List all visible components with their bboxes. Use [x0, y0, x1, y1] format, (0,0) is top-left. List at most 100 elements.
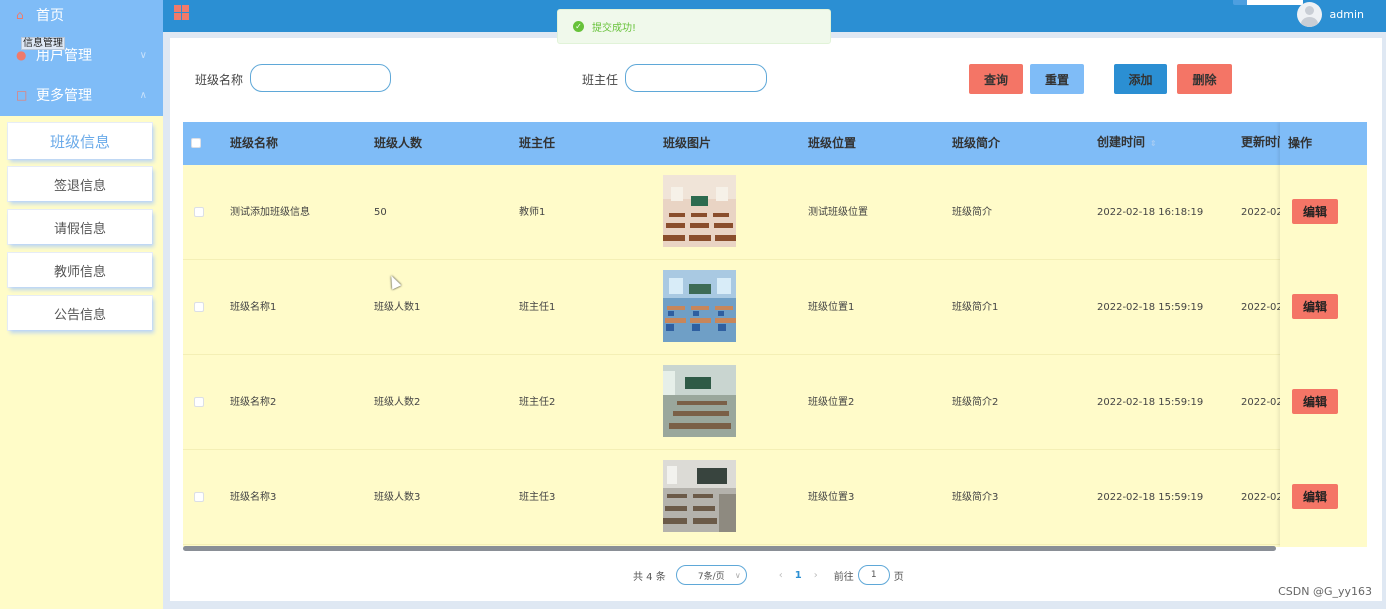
cell-class-name: 班级名称1: [230, 302, 277, 313]
cell-class-location: 班级位置2: [808, 397, 855, 408]
edit-button[interactable]: 编辑: [1292, 199, 1338, 224]
check-circle-icon: ✓: [573, 21, 584, 32]
col-class-location[interactable]: 班级位置: [808, 122, 856, 165]
goto-page-input[interactable]: 1: [857, 565, 890, 585]
submenu-leave-info[interactable]: 请假信息: [8, 210, 152, 244]
cell-class-intro: 班级简介3: [952, 492, 999, 503]
goto-prefix: 前往: [833, 571, 854, 583]
cell-teacher: 班主任2: [519, 397, 556, 408]
table-row[interactable]: 班级名称2 班级人数2 班主任2 班级位置2 班级简介2 2022-02-18 …: [183, 355, 1367, 450]
edit-button[interactable]: 编辑: [1292, 294, 1338, 319]
delete-button[interactable]: 删除: [1177, 64, 1232, 94]
cell-teacher: 班主任1: [519, 302, 556, 313]
table-row[interactable]: 测试添加班级信息 50 教师1 测试班级位置 班级简介 2022-02-18 1…: [183, 165, 1367, 260]
avatar[interactable]: [1296, 2, 1322, 27]
toast-message: 提交成功!: [592, 23, 637, 34]
add-button[interactable]: 添加: [1114, 64, 1167, 94]
operations-column: 操作 编辑 编辑 编辑 编辑: [1280, 122, 1367, 547]
success-toast: ✓ 提交成功!: [557, 9, 831, 44]
cell-class-count: 班级人数2: [374, 397, 421, 408]
submenu-notice-info[interactable]: 公告信息: [8, 296, 152, 330]
submenu-signout-info[interactable]: 签退信息: [8, 167, 152, 201]
col-created-time[interactable]: 创建时间 ⇕: [1097, 122, 1157, 165]
row-checkbox[interactable]: [194, 492, 204, 502]
classroom-photo[interactable]: [663, 175, 736, 247]
prev-page-button[interactable]: ‹: [779, 570, 783, 581]
cell-class-location: 测试班级位置: [808, 207, 868, 218]
table-row[interactable]: 班级名称3 班级人数3 班主任3 班级位置3 班级简介3 2022-02-18 …: [183, 450, 1367, 545]
cell-class-location: 班级位置1: [808, 302, 855, 313]
submenu-label: 请假信息: [53, 221, 106, 237]
sidebar-item-label: 更多管理: [36, 88, 92, 104]
teacher-label: 班主任: [582, 73, 619, 87]
query-button[interactable]: 查询: [969, 64, 1023, 94]
edit-button[interactable]: 编辑: [1292, 389, 1338, 414]
class-name-input[interactable]: [250, 64, 391, 92]
user-menu[interactable]: admin: [1296, 2, 1364, 27]
row-checkbox[interactable]: [194, 207, 204, 217]
row-checkbox[interactable]: [194, 397, 204, 407]
table-row[interactable]: 班级名称1 班级人数1 班主任1 班级位置1 班级简介1 2022-02-18 …: [183, 260, 1367, 355]
page-size-select[interactable]: 7条/页 ∨: [675, 565, 747, 585]
cell-teacher: 班主任3: [519, 492, 556, 503]
edit-button[interactable]: 编辑: [1292, 484, 1338, 509]
sort-icon[interactable]: ⇕: [1150, 139, 1157, 148]
cell-class-name: 班级名称2: [230, 397, 277, 408]
page-size-value: 7条/页: [697, 571, 725, 582]
cell-class-intro: 班级简介: [952, 207, 992, 218]
col-class-image[interactable]: 班级图片: [663, 122, 711, 165]
col-class-count[interactable]: 班级人数: [374, 122, 422, 165]
stack-icon: □: [16, 88, 28, 102]
next-page-button[interactable]: ›: [814, 570, 818, 581]
home-icon: ⌂: [16, 8, 24, 22]
goto-suffix: 页: [893, 571, 904, 583]
col-class-name[interactable]: 班级名称: [230, 122, 278, 165]
col-class-intro[interactable]: 班级简介: [952, 122, 1000, 165]
watermark: CSDN @G_yy163: [1278, 585, 1372, 598]
cell-class-location: 班级位置3: [808, 492, 855, 503]
grid-menu-icon[interactable]: [174, 5, 189, 20]
reset-button[interactable]: 重置: [1030, 64, 1084, 94]
submenu-teacher-info[interactable]: 教师信息: [8, 253, 152, 287]
classroom-photo[interactable]: [663, 365, 736, 437]
submenu-class-info[interactable]: 班级信息: [8, 123, 152, 159]
row-checkbox[interactable]: [194, 302, 204, 312]
submenu-label: 签退信息: [53, 178, 106, 194]
cell-class-count: 班级人数1: [374, 302, 421, 313]
classroom-photo[interactable]: [663, 460, 736, 532]
chevron-up-icon: ∧: [139, 89, 147, 101]
table-header: 班级名称 班级人数 班主任 班级图片 班级位置 班级简介 创建时间 ⇕ 更新时间: [183, 122, 1367, 165]
pagination: 共 4 条 7条/页 ∨ ‹ 1 › 前往 1 页: [633, 565, 904, 585]
cell-class-intro: 班级简介1: [952, 302, 999, 313]
submenu-label: 公告信息: [53, 307, 106, 323]
cell-class-count: 50: [374, 207, 387, 218]
main-panel: 班级名称 班主任 查询 重置 添加 删除 班级名称 班级人数 班主任 班级图片 …: [170, 38, 1382, 601]
goto-page-value: 1: [870, 570, 877, 580]
teacher-input[interactable]: [625, 64, 767, 92]
submenu-label: 班级信息: [49, 132, 110, 151]
drag-ghost-label: 信息管理: [21, 37, 65, 50]
sidebar-item-home[interactable]: ⌂ 首页: [0, 0, 163, 35]
class-table: 班级名称 班级人数 班主任 班级图片 班级位置 班级简介 创建时间 ⇕ 更新时间 …: [183, 122, 1367, 547]
chevron-down-icon: ∨: [139, 49, 147, 61]
horizontal-scrollbar[interactable]: [183, 546, 1276, 551]
class-name-label: 班级名称: [195, 73, 244, 87]
chevron-down-icon: ∨: [734, 570, 741, 580]
select-all-checkbox[interactable]: [191, 138, 201, 148]
col-operations: 操作: [1280, 122, 1367, 165]
submenu-label: 教师信息: [53, 264, 106, 280]
cell-created-time: 2022-02-18 15:59:19: [1097, 492, 1204, 503]
sidebar: ⌂ 首页 ● 用户管理 ∨ 信息管理 □ 更多管理 ∧ 班级信息 签退信息 请假…: [0, 0, 163, 609]
cell-class-name: 测试添加班级信息: [230, 207, 310, 218]
cell-class-count: 班级人数3: [374, 492, 421, 503]
cell-created-time: 2022-02-18 15:59:19: [1097, 397, 1204, 408]
top-bar-mini-widget[interactable]: [1233, 0, 1303, 5]
user-icon: ●: [16, 48, 27, 62]
classroom-photo[interactable]: [663, 270, 736, 342]
sidebar-item-label: 首页: [36, 8, 64, 24]
page-number[interactable]: 1: [795, 570, 802, 581]
sidebar-item-more-management[interactable]: □ 更多管理 ∧: [0, 75, 163, 115]
cell-class-name: 班级名称3: [230, 492, 277, 503]
col-teacher[interactable]: 班主任: [519, 122, 555, 165]
col-label: 创建时间: [1097, 135, 1146, 149]
